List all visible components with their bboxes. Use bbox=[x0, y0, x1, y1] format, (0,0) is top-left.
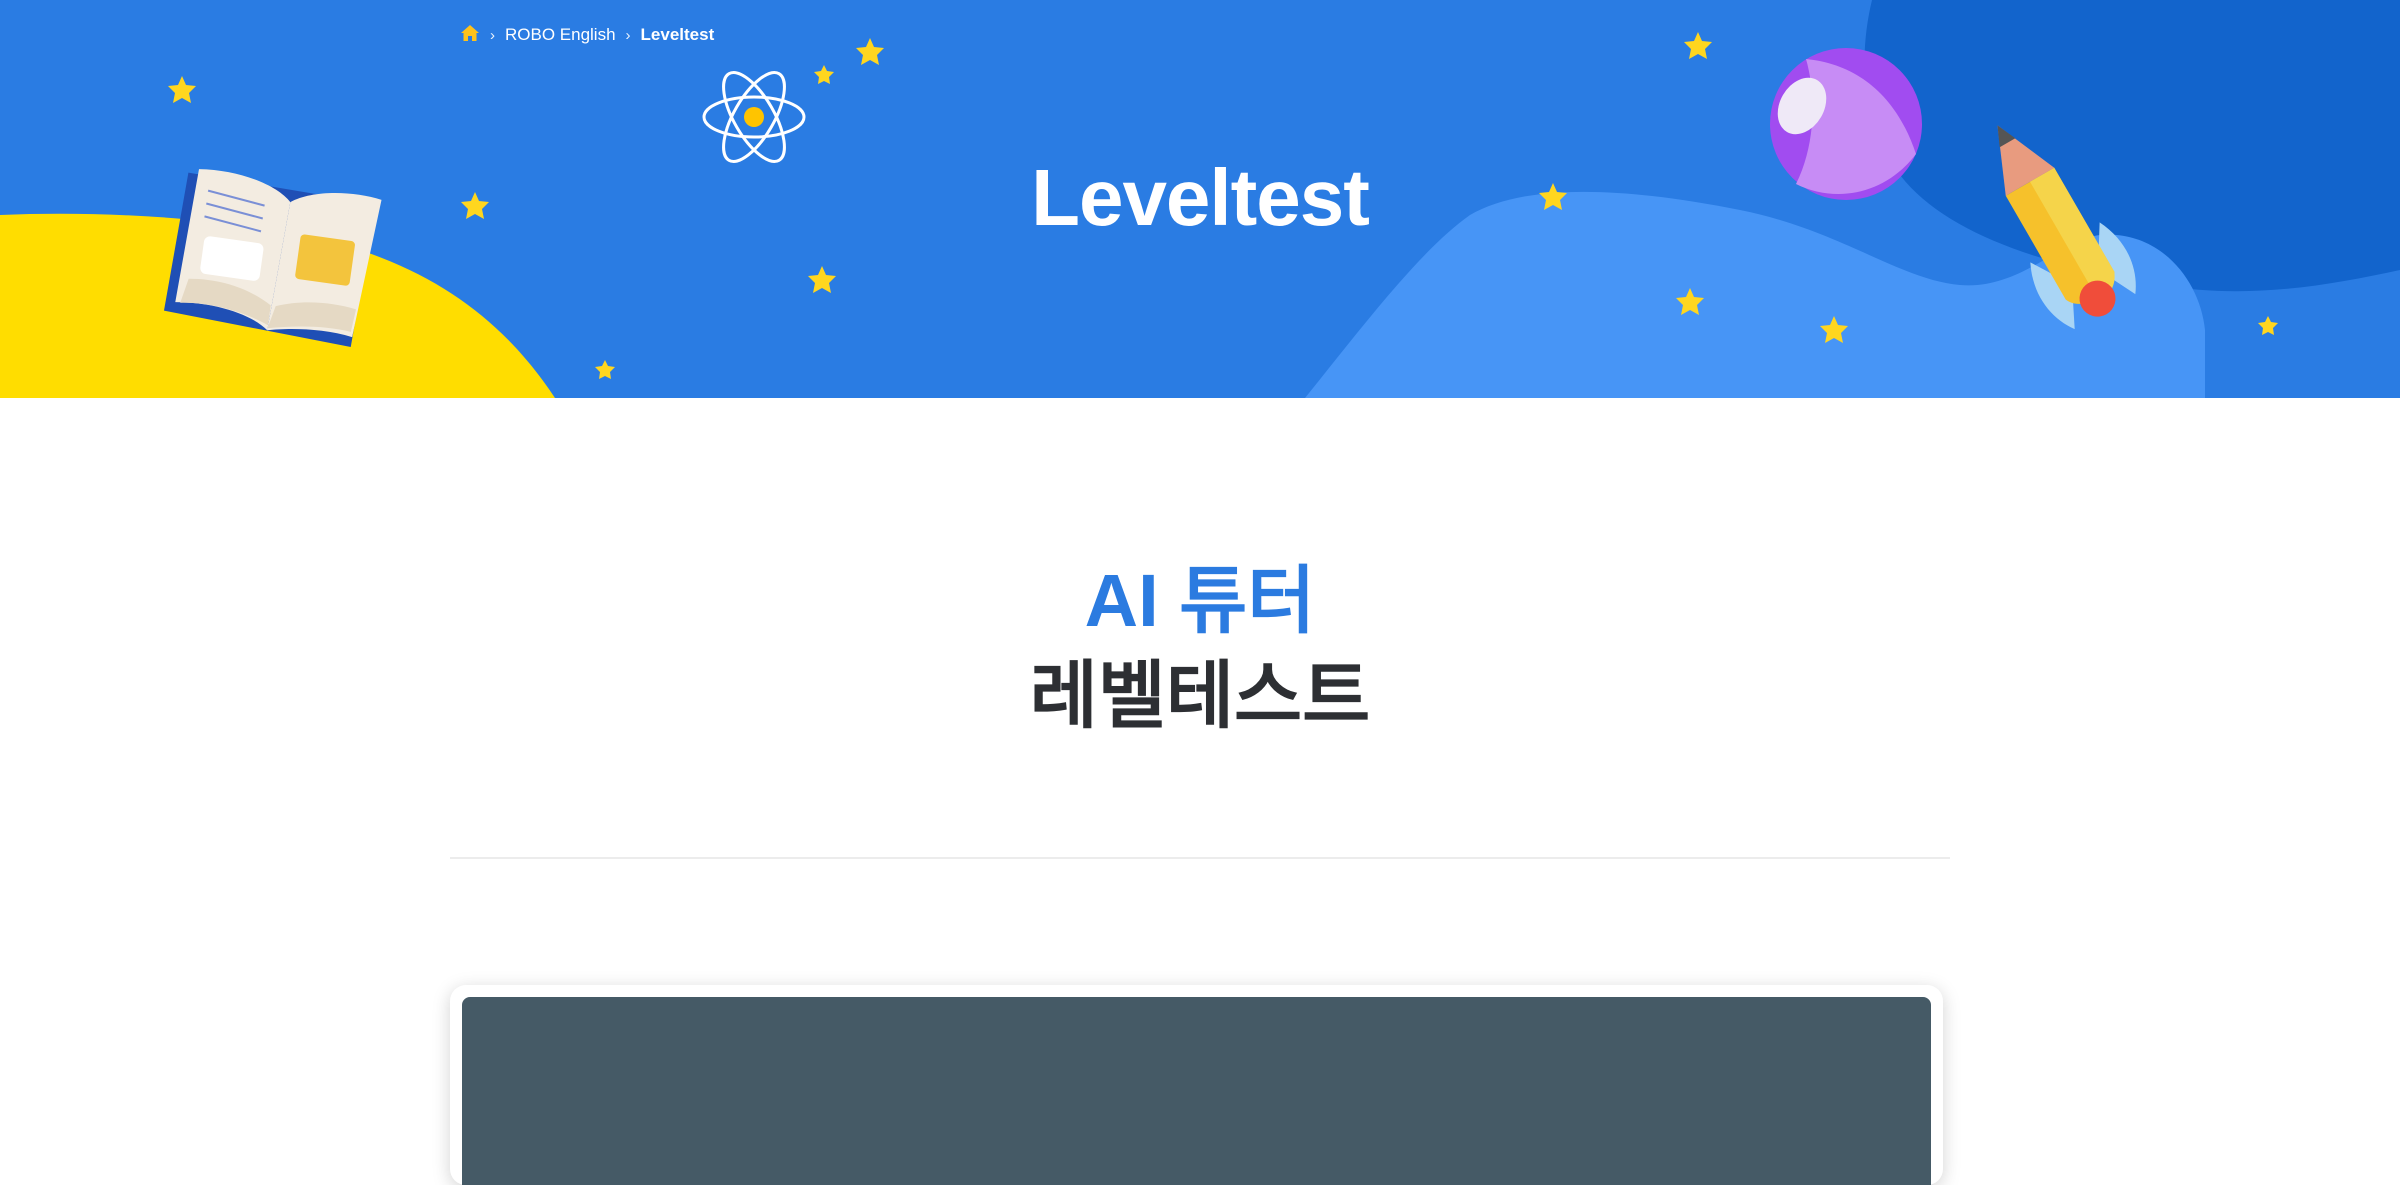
star-icon bbox=[168, 76, 196, 103]
star-icon bbox=[1684, 32, 1712, 59]
level-test-card bbox=[450, 985, 1943, 1185]
hero-banner: › ROBO English › Leveltest Leveltest bbox=[0, 0, 2400, 398]
breadcrumb-item-robo-english[interactable]: ROBO English bbox=[505, 25, 616, 45]
star-icon bbox=[808, 266, 836, 293]
home-icon bbox=[461, 24, 479, 41]
star-icon bbox=[814, 65, 834, 84]
star-icon bbox=[595, 360, 615, 379]
intro-heading: AI 튜터 레벨테스트 bbox=[0, 556, 2400, 746]
intro-heading-accent: AI 튜터 bbox=[1084, 559, 1316, 642]
page-title: Leveltest bbox=[1031, 153, 1370, 242]
breadcrumb: › ROBO English › Leveltest bbox=[460, 22, 714, 48]
breadcrumb-item-current: Leveltest bbox=[640, 25, 715, 44]
chevron-right-icon: › bbox=[625, 26, 631, 44]
level-test-screen[interactable] bbox=[462, 997, 1931, 1185]
star-icon bbox=[2258, 316, 2278, 335]
intro-heading-main: 레벨테스트 bbox=[1029, 654, 1371, 737]
chevron-right-icon: › bbox=[490, 26, 495, 44]
star-icon bbox=[856, 38, 884, 65]
breadcrumb-home[interactable] bbox=[460, 23, 480, 48]
section-divider bbox=[450, 857, 1950, 859]
